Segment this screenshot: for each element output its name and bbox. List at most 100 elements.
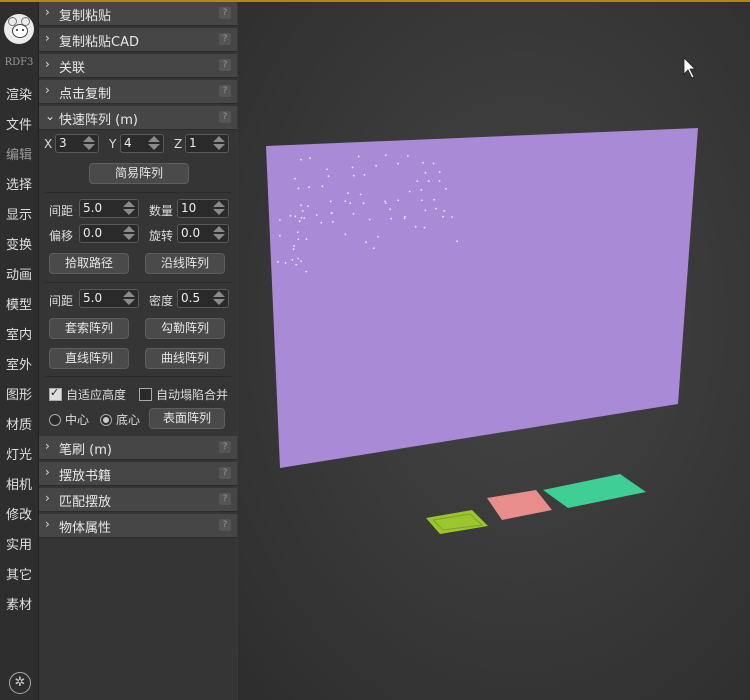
bottom-center-radio[interactable] — [100, 414, 112, 426]
viewport-scene — [238, 2, 750, 700]
help-icon[interactable]: ? — [219, 519, 231, 531]
section-header[interactable]: › 匹配摆放? — [39, 488, 237, 512]
pick-path-button[interactable]: 拾取路径 — [49, 253, 129, 274]
rotate-stepper[interactable]: 0.0 — [177, 224, 229, 243]
y-count-stepper[interactable]: 4 — [120, 134, 164, 153]
divider — [45, 282, 231, 283]
scatter-dot — [302, 210, 304, 212]
rail-tab-item[interactable]: 图形 — [0, 384, 38, 403]
rail-tab-item[interactable]: 材质 — [0, 414, 38, 433]
section-title: 笔刷 (m) — [59, 439, 112, 458]
rail-tab-item[interactable]: 模型 — [0, 294, 38, 313]
spacing2-stepper[interactable]: 5.0 — [79, 289, 139, 308]
stepper-arrows-icon[interactable] — [123, 291, 137, 306]
section-header[interactable]: › 点击复制? — [39, 80, 237, 104]
help-icon[interactable]: ? — [219, 467, 231, 479]
straight-array-button[interactable]: 直线阵列 — [49, 348, 129, 369]
scatter-dot — [373, 247, 375, 249]
rail-tab-item[interactable]: 室内 — [0, 324, 38, 343]
section-header[interactable]: › 物体属性? — [39, 514, 237, 538]
scatter-dot — [308, 186, 310, 188]
help-icon[interactable]: ? — [219, 441, 231, 453]
stepper-arrows-icon[interactable] — [213, 201, 227, 216]
rail-tab-item[interactable]: 其它 — [0, 564, 38, 583]
rail-tab-item[interactable]: 变换 — [0, 234, 38, 253]
rail-tab-item[interactable]: 选择 — [0, 174, 38, 193]
section-title: 快速阵列 (m) — [59, 109, 138, 128]
help-icon[interactable]: ? — [219, 59, 231, 71]
rotate-value: 0.0 — [181, 226, 200, 240]
rail-tab-item[interactable]: 显示 — [0, 204, 38, 223]
lasso-array-button[interactable]: 套索阵列 — [49, 318, 129, 339]
rail-tab-item[interactable]: 渲染 — [0, 84, 38, 103]
help-icon[interactable]: ? — [219, 493, 231, 505]
offset-stepper[interactable]: 0.0 — [79, 224, 139, 243]
adaptive-height-checkbox[interactable] — [49, 388, 62, 401]
scatter-dot — [360, 194, 362, 196]
section-header[interactable]: › 复制粘贴CAD? — [39, 28, 237, 52]
section-header[interactable]: › 摆放书籍? — [39, 462, 237, 486]
stepper-arrows-icon[interactable] — [123, 201, 137, 216]
count-stepper[interactable]: 10 — [177, 199, 229, 218]
rail-tab-item[interactable]: 相机 — [0, 474, 38, 493]
along-line-array-button[interactable]: 沿线阵列 — [145, 253, 225, 274]
rail-tab-item[interactable]: 灯光 — [0, 444, 38, 463]
scatter-dot — [358, 156, 360, 158]
rail-tab-item[interactable]: 文件 — [0, 114, 38, 133]
help-icon[interactable]: ? — [219, 85, 231, 97]
3d-viewport[interactable]: ] — [238, 2, 750, 700]
scatter-dot — [404, 218, 406, 220]
section-title: 点击复制 — [59, 83, 111, 102]
rail-tab-item[interactable]: 修改 — [0, 504, 38, 523]
scatter-dot — [435, 208, 437, 210]
x-value: 3 — [59, 136, 67, 150]
z-count-stepper[interactable]: 1 — [185, 134, 229, 153]
scatter-dot — [364, 174, 366, 176]
bear-logo-icon[interactable] — [4, 14, 34, 44]
help-icon[interactable]: ? — [219, 7, 231, 19]
help-icon[interactable]: ? — [219, 33, 231, 45]
section-quick-array[interactable]: ⌄ 快速阵列 (m) ? — [39, 106, 237, 130]
surface-array-button[interactable]: 表面阵列 — [149, 408, 225, 429]
scatter-dot — [345, 233, 347, 235]
section-header[interactable]: › 复制粘贴? — [39, 2, 237, 26]
simple-array-button[interactable]: 简易阵列 — [89, 163, 189, 184]
rail-tab-item[interactable]: 编辑 — [0, 144, 38, 163]
spacing-stepper[interactable]: 5.0 — [79, 199, 139, 218]
x-count-stepper[interactable]: 3 — [55, 134, 99, 153]
density-stepper[interactable]: 0.5 — [177, 289, 229, 308]
section-header[interactable]: › 关联? — [39, 54, 237, 78]
scatter-dot — [415, 226, 417, 228]
scatter-dot — [425, 172, 427, 174]
stepper-arrows-icon[interactable] — [83, 136, 97, 151]
stepper-arrows-icon[interactable] — [213, 291, 227, 306]
scatter-dot — [328, 175, 330, 177]
rail-tab-item[interactable]: 室外 — [0, 354, 38, 373]
scatter-dot — [300, 260, 302, 262]
help-icon[interactable]: ? — [219, 111, 231, 123]
auto-collapse-checkbox[interactable] — [139, 388, 152, 401]
settings-gear-icon[interactable]: ✲ — [9, 672, 31, 694]
outline-array-button[interactable]: 勾勒阵列 — [145, 318, 225, 339]
scatter-dot — [294, 178, 296, 180]
scatter-dot — [451, 216, 453, 218]
stepper-arrows-icon[interactable] — [148, 136, 162, 151]
scatter-dot — [298, 188, 300, 190]
scatter-dot — [292, 259, 294, 261]
stepper-arrows-icon[interactable] — [123, 226, 137, 241]
section-header[interactable]: › 笔刷 (m)? — [39, 436, 237, 460]
scatter-dot — [326, 169, 328, 171]
scatter-dot — [397, 163, 399, 165]
stepper-arrows-icon[interactable] — [213, 226, 227, 241]
scatter-dot — [320, 222, 322, 224]
stepper-arrows-icon[interactable] — [213, 136, 227, 151]
rail-tab-item[interactable]: 实用 — [0, 534, 38, 553]
scatter-dot — [369, 219, 371, 221]
rail-tab-item[interactable]: 动画 — [0, 264, 38, 283]
chevron-right-icon: › — [45, 31, 50, 45]
scatter-dot — [439, 171, 441, 173]
curve-array-button[interactable]: 曲线阵列 — [145, 348, 225, 369]
scatter-dot — [293, 245, 295, 247]
center-radio[interactable] — [49, 414, 61, 426]
rail-tab-item[interactable]: 素材 — [0, 594, 38, 613]
